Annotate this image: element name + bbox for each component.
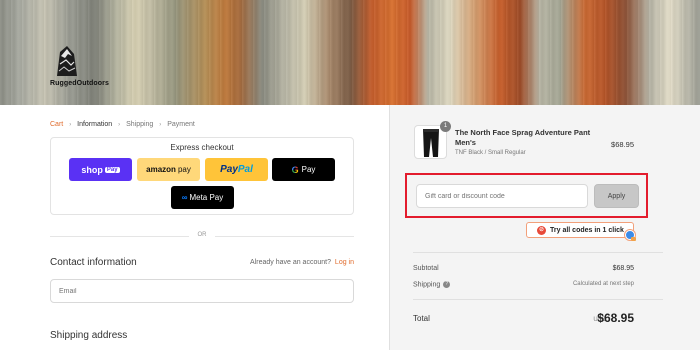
discount-highlight-box: Apply — [405, 173, 648, 218]
apply-discount-button[interactable]: Apply — [594, 184, 639, 208]
quantity-badge: 1 — [440, 121, 451, 132]
product-price: $68.95 — [611, 140, 634, 149]
mountain-logo-icon — [57, 46, 77, 76]
account-prompt-text: Already have an account? — [250, 259, 331, 266]
product-name: The North Face Sprag Adventure Pant Men'… — [455, 128, 591, 147]
breadcrumb-information: Information — [77, 121, 113, 128]
paypal-label-pal: Pal — [237, 164, 253, 175]
meta-pay-label: Meta Pay — [189, 193, 224, 202]
meta-pay-button[interactable]: ∞ Meta Pay — [171, 186, 234, 209]
amazon-pay-label: amazon — [146, 165, 176, 174]
total-value: $68.95 — [597, 311, 634, 325]
shipping-address-heading: Shipping address — [50, 330, 128, 341]
shop-pay-chip: Pay — [104, 166, 120, 173]
discount-code-input[interactable] — [416, 184, 588, 208]
or-divider-label: OR — [189, 232, 215, 238]
store-logo[interactable]: RuggedOutdoors — [50, 44, 114, 92]
meta-infinity-icon: ∞ — [181, 193, 188, 202]
chevron-right-icon: › — [118, 122, 121, 128]
breadcrumb-cart[interactable]: Cart — [50, 121, 63, 128]
account-prompt: Already have an account? Log in — [250, 259, 354, 266]
checkout-main: Cart › Information › Shipping › Payment … — [0, 105, 389, 350]
breadcrumb: Cart › Information › Shipping › Payment — [50, 121, 195, 128]
chevron-right-icon: › — [159, 122, 162, 128]
header-banner: RuggedOutdoors — [0, 0, 700, 105]
summary-divider — [413, 252, 663, 253]
amazon-pay-suffix: pay — [177, 165, 191, 174]
google-g-icon: G — [291, 164, 299, 175]
shipping-value: Calculated at next step — [572, 281, 634, 287]
help-icon[interactable]: ? — [443, 281, 451, 288]
breadcrumb-shipping: Shipping — [126, 121, 154, 128]
google-pay-button[interactable]: G Pay — [272, 158, 335, 181]
subtotal-label: Subtotal — [413, 265, 439, 272]
shop-pay-button[interactable]: shop Pay — [69, 158, 132, 181]
shipping-label-text: Shipping — [413, 281, 441, 289]
paypal-label-pay: Pay — [220, 164, 238, 175]
try-all-codes-label: Try all codes in 1 click — [550, 226, 624, 234]
subtotal-value: $68.95 — [612, 265, 634, 272]
express-checkout-panel: Express checkout shop Pay amazon pay Pay… — [50, 137, 354, 215]
breadcrumb-payment: Payment — [167, 121, 195, 128]
express-checkout-title: Express checkout — [170, 143, 234, 152]
product-variant: TNF Black / Small Regular — [455, 150, 526, 156]
total-label: Total — [413, 314, 430, 323]
login-link[interactable]: Log in — [335, 259, 354, 266]
coupon-icon: ⊘ — [537, 225, 546, 235]
extension-badge-icon — [625, 230, 636, 241]
shop-pay-label: shop — [81, 164, 103, 175]
email-field[interactable] — [50, 279, 354, 303]
google-pay-label: Pay — [301, 165, 316, 174]
pants-icon — [423, 129, 439, 157]
contact-information-heading: Contact information — [50, 257, 137, 268]
order-summary: 1 The North Face Sprag Adventure Pant Me… — [389, 105, 700, 350]
paypal-button[interactable]: Pay Pal — [205, 158, 268, 181]
shipping-label: Shipping? — [413, 281, 451, 289]
chevron-right-icon: › — [69, 122, 72, 128]
brand-name: RuggedOutdoors — [50, 80, 109, 87]
amazon-pay-button[interactable]: amazon pay — [137, 158, 200, 181]
total-divider — [413, 299, 663, 300]
try-all-codes-button[interactable]: ⊘ Try all codes in 1 click — [526, 222, 634, 238]
